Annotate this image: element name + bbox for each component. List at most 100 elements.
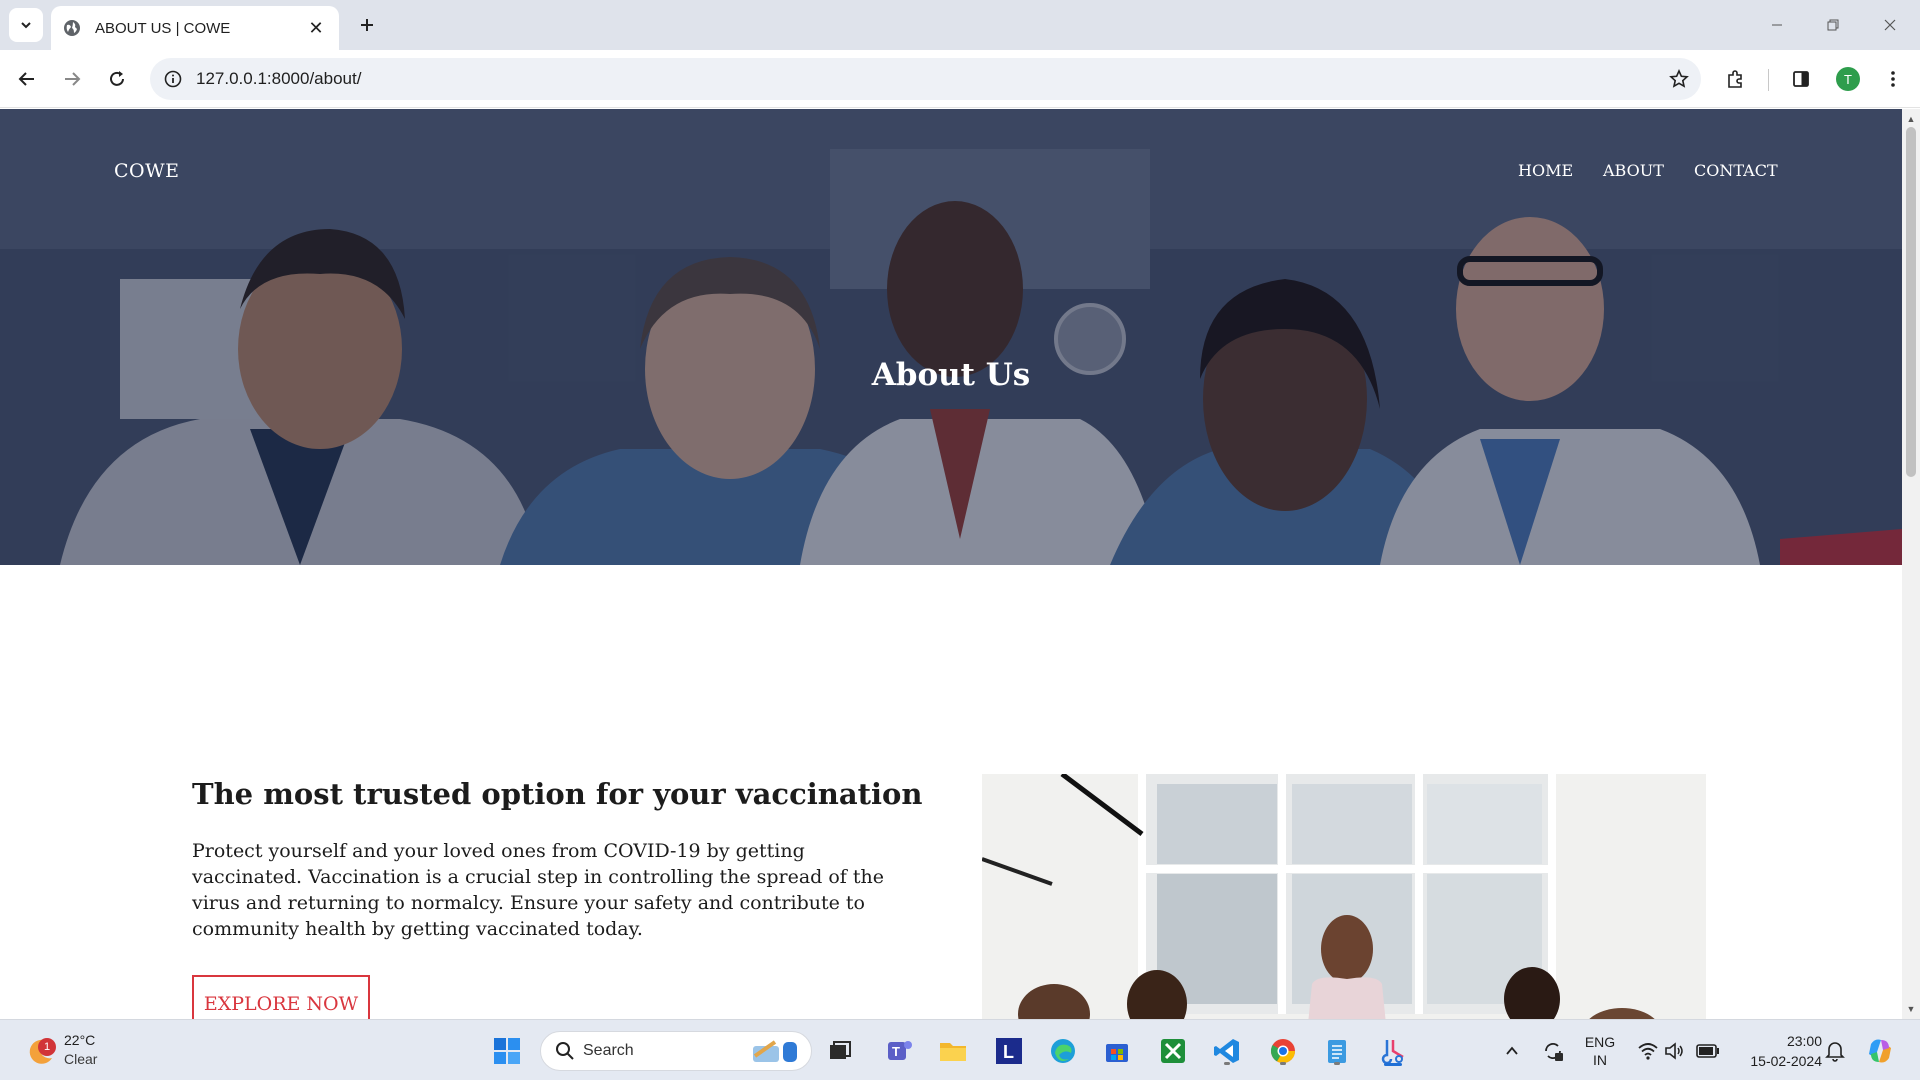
copilot-icon — [1869, 1039, 1891, 1063]
weather-widget[interactable]: 1 22°C Clear — [24, 1030, 144, 1072]
scroll-down-arrow-icon[interactable]: ▼ — [1902, 1001, 1920, 1017]
svg-text:T: T — [892, 1044, 900, 1059]
nav-link-home[interactable]: HOME — [1518, 161, 1573, 180]
edge-app[interactable] — [1046, 1034, 1080, 1068]
bell-icon — [1825, 1042, 1845, 1062]
notepad-icon — [1328, 1040, 1346, 1063]
vscode-app[interactable] — [1210, 1034, 1244, 1068]
store-icon — [1106, 1044, 1128, 1062]
browser-menu-button[interactable] — [1876, 62, 1910, 96]
tab-title: ABOUT US | COWE — [95, 19, 231, 37]
show-hidden-icons-button[interactable] — [1495, 1034, 1529, 1068]
browser-tab-active[interactable]: ABOUT US | COWE ✕ — [51, 6, 339, 50]
tab-close-icon[interactable]: ✕ — [305, 17, 327, 39]
svg-text:L: L — [1003, 1042, 1014, 1062]
globe-icon — [64, 20, 80, 36]
more-vertical-icon — [1891, 71, 1895, 87]
task-view-button[interactable] — [823, 1034, 857, 1068]
l-app[interactable]: L — [992, 1034, 1026, 1068]
xbox-icon — [1161, 1039, 1185, 1063]
l-app-icon: L — [996, 1038, 1022, 1064]
page-viewport: COWE HOME ABOUT CONTACT About Us The mos… — [0, 109, 1902, 1019]
plus-icon — [361, 19, 373, 31]
chevron-down-icon — [21, 22, 31, 29]
sync-tray-button[interactable] — [1536, 1034, 1570, 1068]
restore-icon — [1827, 19, 1839, 31]
site-info-icon[interactable] — [150, 58, 196, 100]
forward-button[interactable] — [55, 62, 89, 96]
weather-badge: 1 — [38, 1038, 56, 1056]
close-icon — [1884, 19, 1896, 31]
weather-condition: Clear — [64, 1051, 98, 1067]
toolbar-divider — [1768, 69, 1769, 91]
about-office-photo — [982, 774, 1706, 1019]
reload-button[interactable] — [100, 62, 134, 96]
taskbar-search[interactable]: Search — [540, 1031, 812, 1071]
snipping-tool-icon — [1381, 1040, 1404, 1065]
bookmark-star-icon[interactable] — [1657, 58, 1701, 100]
about-section: The most trusted option for your vaccina… — [0, 565, 1902, 1019]
copilot-button[interactable] — [1863, 1034, 1897, 1068]
restore-button[interactable] — [1805, 0, 1861, 50]
store-app[interactable] — [1100, 1034, 1134, 1068]
about-description: Protect yourself and your loved ones fro… — [192, 840, 884, 940]
windows-taskbar: 1 22°C Clear Search T L ENG IN 23:00 15-… — [0, 1019, 1920, 1080]
speaker-icon — [1665, 1042, 1683, 1060]
notifications-button[interactable] — [1818, 1034, 1852, 1068]
notepad-app[interactable] — [1320, 1034, 1354, 1068]
extensions-button[interactable] — [1718, 62, 1752, 96]
address-bar[interactable]: 127.0.0.1:8000/about/ — [150, 58, 1701, 100]
snipping-tool-app[interactable] — [1376, 1034, 1410, 1068]
browser-toolbar: 127.0.0.1:8000/about/ T — [0, 50, 1920, 108]
task-view-icon — [830, 1041, 851, 1059]
vscode-icon — [1214, 1039, 1239, 1063]
minimize-button[interactable] — [1749, 0, 1805, 50]
weather-temperature: 22°C — [64, 1032, 96, 1048]
arrow-left-icon — [18, 72, 34, 86]
volume-button[interactable] — [1657, 1034, 1691, 1068]
browser-tab-strip: ABOUT US | COWE ✕ — [0, 0, 1920, 50]
page-title: About Us — [871, 357, 1031, 393]
chrome-app[interactable] — [1266, 1034, 1300, 1068]
side-panel-icon — [1793, 71, 1809, 87]
search-highlight-icon — [753, 1040, 797, 1062]
site-logo[interactable]: COWE — [114, 160, 180, 182]
wifi-icon — [1638, 1043, 1658, 1060]
scrollbar-thumb[interactable] — [1906, 127, 1916, 477]
nav-link-contact[interactable]: CONTACT — [1694, 161, 1778, 180]
hero-banner: COWE HOME ABOUT CONTACT About Us — [0, 109, 1902, 565]
chevron-up-icon — [1506, 1046, 1518, 1055]
edge-icon — [1051, 1039, 1075, 1063]
explore-now-button[interactable]: EXPLORE NOW — [192, 975, 370, 1019]
start-button[interactable] — [490, 1034, 524, 1068]
page-scrollbar[interactable]: ▲ ▼ — [1902, 109, 1920, 1019]
nav-link-about[interactable]: ABOUT — [1603, 161, 1664, 180]
scroll-up-arrow-icon[interactable]: ▲ — [1902, 111, 1920, 127]
back-button[interactable] — [10, 62, 44, 96]
about-heading: The most trusted option for your vaccina… — [192, 777, 923, 811]
taskbar-clock[interactable]: 23:00 15-02-2024 — [1732, 1031, 1822, 1071]
close-window-button[interactable] — [1862, 0, 1918, 50]
chrome-icon — [1270, 1039, 1295, 1064]
side-panel-button[interactable] — [1784, 62, 1818, 96]
sync-icon — [1545, 1043, 1563, 1061]
clock-time: 23:00 — [1786, 1033, 1822, 1049]
battery-button[interactable] — [1691, 1034, 1725, 1068]
profile-avatar[interactable]: T — [1836, 67, 1860, 91]
file-explorer-app[interactable] — [936, 1034, 970, 1068]
search-placeholder: Search — [583, 1042, 634, 1059]
puzzle-icon — [1728, 70, 1742, 88]
language-indicator[interactable]: ENG IN — [1580, 1033, 1620, 1069]
minimize-icon — [1772, 24, 1782, 26]
teams-icon: T — [888, 1041, 912, 1060]
search-icon — [556, 1042, 574, 1060]
arrow-right-icon — [65, 72, 81, 86]
new-tab-button[interactable] — [352, 10, 382, 40]
xbox-app[interactable] — [1156, 1034, 1190, 1068]
clock-date: 15-02-2024 — [1750, 1053, 1822, 1069]
url-text[interactable]: 127.0.0.1:8000/about/ — [196, 69, 1657, 89]
tab-search-button[interactable] — [9, 8, 43, 42]
teams-app[interactable]: T — [882, 1034, 916, 1068]
reload-icon — [110, 71, 124, 86]
folder-icon — [940, 1043, 966, 1061]
